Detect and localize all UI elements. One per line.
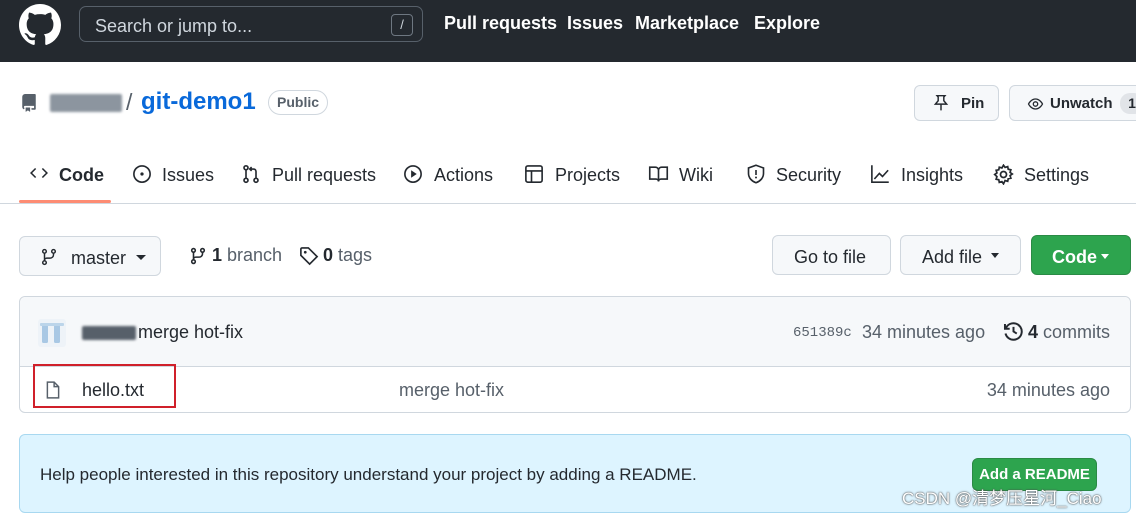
commit-author-redacted[interactable]	[82, 326, 136, 340]
tab-label: Settings	[1024, 165, 1090, 185]
global-header: Search or jump to... / Pull requests Iss…	[0, 0, 1136, 62]
git-branch-icon	[41, 248, 57, 266]
tab-label: Security	[776, 165, 842, 185]
avatar[interactable]	[38, 319, 66, 347]
code-icon	[30, 167, 48, 179]
file-row: hello.txt merge hot-fix 34 minutes ago	[20, 367, 1130, 413]
tabs-divider	[0, 203, 1136, 204]
nav-pull-requests[interactable]: Pull requests	[444, 13, 557, 34]
repo-name-link[interactable]: git-demo1	[141, 88, 256, 116]
tab-label: Code	[59, 165, 104, 185]
watch-count: 1	[1120, 93, 1136, 114]
eye-icon	[1027, 98, 1044, 110]
tab-actions[interactable]: Actions	[403, 162, 495, 188]
branch-name: master	[71, 248, 127, 268]
go-to-file-button[interactable]: Go to file	[772, 235, 891, 275]
file-commit-message-link[interactable]: merge hot-fix	[399, 380, 504, 401]
go-to-file-label: Go to file	[794, 247, 867, 267]
code-button[interactable]: Code	[1031, 235, 1131, 275]
readme-prompt-text: Help people interested in this repositor…	[40, 465, 697, 484]
unwatch-button[interactable]: Unwatch 1	[1009, 85, 1136, 121]
nav-marketplace[interactable]: Marketplace	[635, 13, 739, 34]
file-navigation-box: merge hot-fix 651389c 34 minutes ago 4 c…	[19, 296, 1131, 413]
latest-commit-bar: merge hot-fix 651389c 34 minutes ago 4 c…	[20, 297, 1130, 367]
visibility-badge: Public	[268, 90, 329, 115]
tags-link[interactable]: 0 tags	[299, 245, 374, 269]
pin-label: Pin	[961, 95, 985, 112]
search-placeholder: Search or jump to...	[95, 16, 253, 36]
tab-wiki[interactable]: Wiki	[648, 162, 716, 188]
play-icon	[404, 165, 422, 183]
tab-label: Issues	[162, 165, 215, 185]
book-icon	[648, 166, 669, 182]
tab-pull-requests[interactable]: Pull requests	[241, 162, 377, 188]
gear-icon	[993, 164, 1014, 185]
table-icon	[525, 165, 543, 183]
owner-name-redacted[interactable]	[50, 94, 122, 112]
tab-projects[interactable]: Projects	[524, 162, 621, 188]
tab-insights[interactable]: Insights	[869, 162, 964, 188]
code-button-label: Code	[1052, 247, 1097, 267]
commit-message-link[interactable]: merge hot-fix	[138, 322, 243, 343]
repo-icon	[22, 94, 36, 112]
tab-label: Wiki	[679, 165, 713, 185]
tab-code[interactable]: Code	[29, 162, 109, 188]
commit-sha-link[interactable]: 651389c	[793, 325, 852, 341]
search-shortcut-key: /	[391, 14, 413, 36]
pull-request-icon	[243, 164, 259, 184]
chevron-down-icon	[136, 255, 146, 260]
chevron-down-icon	[991, 253, 999, 258]
tag-icon	[300, 247, 319, 266]
add-file-button[interactable]: Add file	[900, 235, 1021, 275]
pin-button[interactable]: Pin	[914, 85, 999, 121]
add-file-label: Add file	[922, 247, 983, 267]
tag-label: tags	[338, 245, 373, 265]
chevron-down-icon	[1101, 254, 1109, 259]
pin-icon	[933, 94, 949, 111]
commits-link[interactable]: 4 commits	[1028, 322, 1110, 343]
history-icon	[1003, 322, 1023, 341]
annotation-highlight-box	[33, 364, 176, 408]
branches-link[interactable]: 1 branch	[189, 245, 283, 269]
tab-label: Projects	[555, 165, 621, 185]
tab-label: Actions	[434, 165, 494, 185]
branch-label: branch	[227, 245, 283, 265]
github-logo-icon[interactable]	[19, 4, 61, 46]
git-branch-icon	[190, 247, 206, 265]
nav-issues[interactable]: Issues	[567, 13, 623, 34]
csdn-watermark: CSDN @清梦压星河_Ciao	[902, 489, 1102, 508]
file-commit-time: 34 minutes ago	[986, 380, 1110, 400]
commit-time: 34 minutes ago	[862, 322, 986, 342]
issue-icon	[133, 165, 151, 183]
branch-count: 1	[212, 245, 223, 265]
commit-count: 4	[1028, 322, 1039, 342]
tab-security[interactable]: Security	[746, 162, 842, 188]
graph-icon	[871, 165, 889, 183]
tab-issues[interactable]: Issues	[132, 162, 215, 188]
shield-icon	[747, 164, 765, 184]
path-separator: /	[126, 89, 133, 115]
unwatch-label: Unwatch	[1050, 95, 1113, 112]
tab-settings[interactable]: Settings	[993, 162, 1089, 188]
tab-label: Insights	[901, 165, 964, 185]
commits-label: commits	[1043, 322, 1111, 342]
tab-label: Pull requests	[272, 165, 377, 185]
tag-count: 0	[323, 245, 334, 265]
nav-explore[interactable]: Explore	[754, 13, 820, 34]
branch-select-button[interactable]: master	[19, 236, 161, 276]
search-input[interactable]: Search or jump to... /	[79, 6, 423, 42]
